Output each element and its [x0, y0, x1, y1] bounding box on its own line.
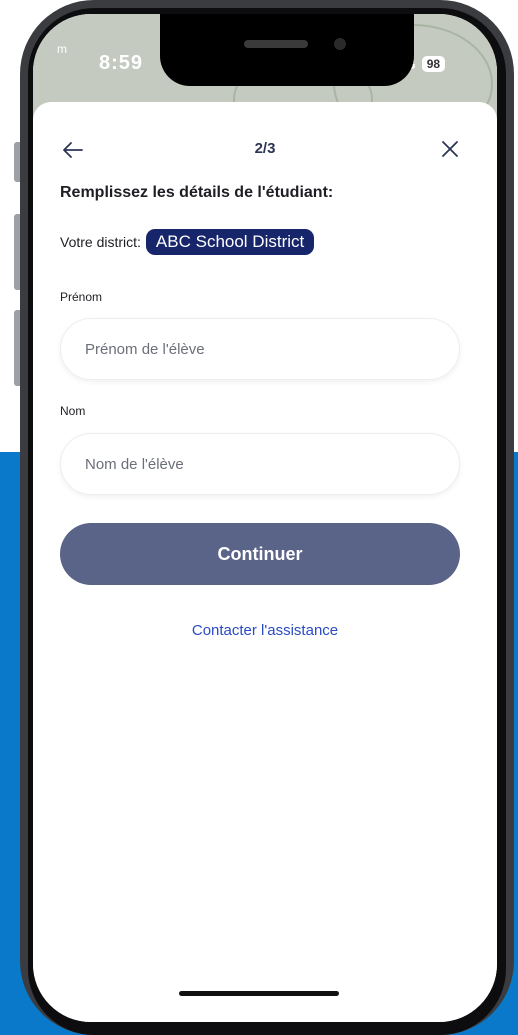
speaker-grille	[244, 40, 308, 48]
close-icon[interactable]	[439, 138, 461, 160]
district-row: Votre district: ABC School District	[60, 229, 315, 255]
first-name-label: Prénom	[60, 290, 103, 304]
form-sheet: 2/3 Remplissez les détails de l'étudiant…	[33, 102, 497, 1022]
district-label: Votre district:	[60, 234, 141, 250]
first-name-input[interactable]	[60, 318, 460, 380]
status-time: 8:59	[99, 52, 144, 74]
form-heading: Remplissez les détails de l'étudiant:	[60, 184, 334, 201]
status-carrier: m	[57, 42, 67, 56]
last-name-input[interactable]	[60, 433, 460, 495]
last-name-label: Nom	[60, 404, 86, 418]
contact-support-link[interactable]: Contacter l'assistance	[33, 622, 497, 639]
phone-screen: m 8:59 5G 98 2/3 Remplissez les détails …	[33, 14, 497, 1022]
front-camera	[334, 38, 346, 50]
district-badge: ABC School District	[145, 229, 315, 255]
phone-notch	[160, 14, 414, 86]
continue-button[interactable]: Continuer	[60, 523, 460, 585]
battery-icon: 98	[421, 56, 446, 72]
step-indicator: 2/3	[254, 140, 276, 157]
home-indicator[interactable]	[179, 991, 339, 996]
arrow-left-icon[interactable]	[61, 138, 85, 162]
